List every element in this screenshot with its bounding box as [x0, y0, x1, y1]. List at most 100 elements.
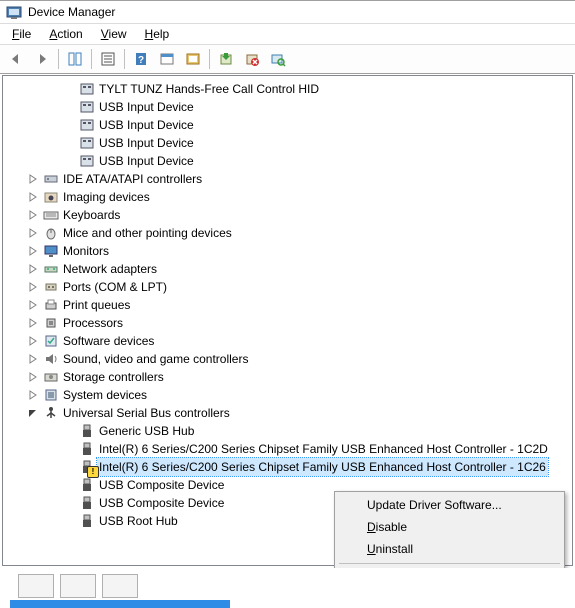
hid-icon: [79, 99, 95, 115]
tree-spacer: [63, 155, 75, 167]
view-button[interactable]: [181, 47, 205, 71]
tree-category-usb[interactable]: Universal Serial Bus controllers: [7, 404, 572, 422]
tree-item-hid[interactable]: USB Input Device: [7, 152, 572, 170]
expand-icon[interactable]: [27, 281, 39, 293]
tree-item-usb[interactable]: !Intel(R) 6 Series/C200 Series Chipset F…: [7, 458, 572, 476]
ctx-update-driver[interactable]: Update Driver Software...: [337, 494, 562, 516]
menu-help[interactable]: Help: [137, 25, 178, 43]
cpu-icon: [43, 315, 59, 331]
expand-icon[interactable]: [27, 299, 39, 311]
tree-item-label: Network adapters: [61, 260, 159, 278]
tree-item-label: USB Input Device: [97, 116, 196, 134]
collapse-icon[interactable]: [27, 407, 39, 419]
expand-icon[interactable]: [27, 245, 39, 257]
tree-item-label: Sound, video and game controllers: [61, 350, 250, 368]
usb-icon: [43, 405, 59, 421]
scan-hardware-button[interactable]: [266, 47, 290, 71]
tree-spacer: [63, 497, 75, 509]
menu-action[interactable]: Action: [41, 25, 90, 43]
storage-icon: [43, 369, 59, 385]
expand-icon[interactable]: [27, 263, 39, 275]
usbdev-icon: [79, 495, 95, 511]
hid-icon: [79, 117, 95, 133]
expand-icon[interactable]: [27, 371, 39, 383]
expand-icon[interactable]: [27, 317, 39, 329]
hid-icon: [79, 153, 95, 169]
tree-item-label: IDE ATA/ATAPI controllers: [61, 170, 204, 188]
properties-button[interactable]: [96, 47, 120, 71]
tree-item-label: Imaging devices: [61, 188, 152, 206]
tree-category[interactable]: Sound, video and game controllers: [7, 350, 572, 368]
mouse-icon: [43, 225, 59, 241]
expand-icon[interactable]: [27, 227, 39, 239]
tree-category[interactable]: Network adapters: [7, 260, 572, 278]
ctx-separator: [339, 563, 560, 564]
sound-icon: [43, 351, 59, 367]
tree-category[interactable]: Imaging devices: [7, 188, 572, 206]
tree-item-label: Print queues: [61, 296, 132, 314]
device-tree: TYLT TUNZ Hands-Free Call Control HIDUSB…: [3, 76, 572, 534]
taskbar-thumb: [102, 574, 138, 598]
uninstall-button[interactable]: [240, 47, 264, 71]
tree-item-label: Processors: [61, 314, 125, 332]
expand-icon[interactable]: [27, 209, 39, 221]
tree-spacer: [63, 443, 75, 455]
menu-view[interactable]: View: [93, 25, 135, 43]
tree-spacer: [63, 83, 75, 95]
tree-category[interactable]: Keyboards: [7, 206, 572, 224]
show-hide-tree-button[interactable]: [63, 47, 87, 71]
network-icon: [43, 261, 59, 277]
toolbar: ?: [0, 45, 575, 74]
tree-item-hid[interactable]: USB Input Device: [7, 116, 572, 134]
expand-icon[interactable]: [27, 353, 39, 365]
help-button[interactable]: ?: [129, 47, 153, 71]
tree-category[interactable]: Software devices: [7, 332, 572, 350]
hid-icon: [79, 81, 95, 97]
expand-icon[interactable]: [27, 191, 39, 203]
expand-icon[interactable]: [27, 389, 39, 401]
tree-item-label: System devices: [61, 386, 149, 404]
toolbar-separator: [209, 49, 210, 69]
expand-icon[interactable]: [27, 335, 39, 347]
tree-category[interactable]: Storage controllers: [7, 368, 572, 386]
tree-category[interactable]: Monitors: [7, 242, 572, 260]
tree-item-label: Monitors: [61, 242, 111, 260]
back-button[interactable]: [4, 47, 28, 71]
tree-item-hid[interactable]: USB Input Device: [7, 98, 572, 116]
tree-item-label: USB Composite Device: [97, 476, 226, 494]
ctx-uninstall[interactable]: Uninstall: [337, 538, 562, 560]
device-manager-window: Device Manager File Action View Help ? T…: [0, 0, 575, 608]
tree-item-label: Intel(R) 6 Series/C200 Series Chipset Fa…: [97, 440, 550, 458]
keyboard-icon: [43, 207, 59, 223]
port-icon: [43, 279, 59, 295]
tree-category[interactable]: Processors: [7, 314, 572, 332]
tree-spacer: [63, 119, 75, 131]
expand-icon[interactable]: [27, 173, 39, 185]
tree-item-hid[interactable]: TYLT TUNZ Hands-Free Call Control HID: [7, 80, 572, 98]
tree-item-hid[interactable]: USB Input Device: [7, 134, 572, 152]
tree-item-label: TYLT TUNZ Hands-Free Call Control HID: [97, 80, 321, 98]
menu-file[interactable]: File: [4, 25, 39, 43]
tree-item-label: Universal Serial Bus controllers: [61, 404, 232, 422]
ctx-disable[interactable]: Disable: [337, 516, 562, 538]
action-button[interactable]: [155, 47, 179, 71]
desktop-background: [0, 568, 575, 608]
taskbar-thumb: [18, 574, 54, 598]
usbdev-icon: [79, 423, 95, 439]
tree-spacer: [63, 425, 75, 437]
forward-button[interactable]: [30, 47, 54, 71]
tree-category[interactable]: Print queues: [7, 296, 572, 314]
tree-category[interactable]: Mice and other pointing devices: [7, 224, 572, 242]
tree-spacer: [63, 479, 75, 491]
tree-item-label: USB Input Device: [97, 98, 196, 116]
window-title: Device Manager: [28, 5, 115, 19]
tree-item-label: Storage controllers: [61, 368, 166, 386]
tree-category[interactable]: Ports (COM & LPT): [7, 278, 572, 296]
update-driver-button[interactable]: [214, 47, 238, 71]
tree-item-usb[interactable]: Intel(R) 6 Series/C200 Series Chipset Fa…: [7, 440, 572, 458]
tree-category[interactable]: IDE ATA/ATAPI controllers: [7, 170, 572, 188]
tree-category[interactable]: System devices: [7, 386, 572, 404]
usbdev-icon: [79, 513, 95, 529]
tree-item-usb[interactable]: Generic USB Hub: [7, 422, 572, 440]
taskbar-thumb: [60, 574, 96, 598]
